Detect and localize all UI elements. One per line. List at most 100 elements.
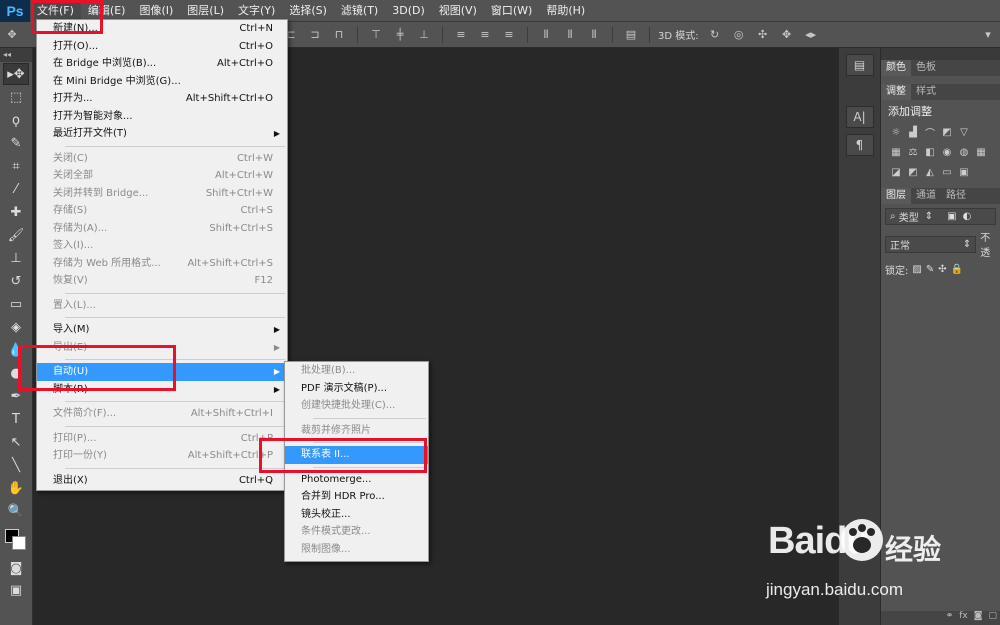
clone-stamp-tool-icon[interactable]: ⊥ <box>3 247 29 269</box>
3d-scale-icon[interactable]: ◂▸ <box>802 26 820 44</box>
color-balance-icon[interactable]: ⚖ <box>906 145 920 159</box>
healing-brush-tool-icon[interactable]: ✚ <box>3 201 29 223</box>
menu-9[interactable]: 窗口(W) <box>484 0 539 22</box>
align-middle-icon[interactable]: ╪ <box>391 26 409 44</box>
align-right-icon[interactable]: ⊓ <box>330 26 348 44</box>
panel-collapse-bar[interactable] <box>881 48 1000 60</box>
lasso-tool-icon[interactable]: ϙ <box>3 109 29 131</box>
align-bottom-icon[interactable]: ⊥ <box>415 26 433 44</box>
screen-mode-icon[interactable]: ▣ <box>3 579 29 601</box>
workspace-icon[interactable]: ▾ <box>979 26 997 44</box>
tab-layers_tabs-2[interactable]: 路径 <box>941 188 971 204</box>
paragraph-panel-icon[interactable]: ¶ <box>845 134 874 156</box>
vibrance-icon[interactable]: ▽ <box>957 125 971 139</box>
line-tool-icon[interactable]: ╲ <box>3 454 29 476</box>
menu-10[interactable]: 帮助(H) <box>539 0 592 22</box>
mask-icon[interactable]: ◙ <box>974 611 983 625</box>
distribute-top-icon[interactable]: ≡ <box>452 26 470 44</box>
file-menu-item-30[interactable]: 退出(X) Ctrl+Q <box>37 472 287 490</box>
align-center-icon[interactable]: ⊐ <box>306 26 324 44</box>
file-menu-item-5[interactable]: 打开为智能对象... <box>37 108 287 126</box>
file-menu-item-6[interactable]: 最近打开文件(T) ▶ <box>37 125 287 143</box>
3d-roll-icon[interactable]: ◎ <box>730 26 748 44</box>
crop-tool-icon[interactable]: ⌗ <box>3 155 29 177</box>
file-menu-item-2[interactable]: 在 Bridge 中浏览(B)... Alt+Ctrl+O <box>37 55 287 73</box>
eraser-tool-icon[interactable]: ▭ <box>3 293 29 315</box>
file-menu-item-3[interactable]: 在 Mini Bridge 中浏览(G)... <box>37 73 287 91</box>
brightness-icon[interactable]: ☼ <box>889 125 903 139</box>
align-top-icon[interactable]: ⊤ <box>367 26 385 44</box>
tab-adjust_tabs-0[interactable]: 调整 <box>881 84 911 100</box>
lock-all-icon[interactable]: 🔒 <box>951 264 963 275</box>
menu-5[interactable]: 选择(S) <box>282 0 334 22</box>
path-select-tool-icon[interactable]: ↖ <box>3 431 29 453</box>
selective-color-icon[interactable]: ▣ <box>957 165 971 179</box>
link-icon[interactable]: ⚭ <box>946 611 954 625</box>
move-tool-icon[interactable]: ▸✥ <box>3 63 29 85</box>
lock-position-icon[interactable]: ✣ <box>938 264 946 275</box>
history-panel-icon[interactable]: ▤ <box>845 54 874 76</box>
eyedropper-tool-icon[interactable]: ⁄ <box>3 178 29 200</box>
tab-layers_tabs-1[interactable]: 通道 <box>911 188 941 204</box>
hand-tool-icon[interactable]: ✋ <box>3 477 29 499</box>
hue-saturation-icon[interactable]: ▦ <box>889 145 903 159</box>
distribute-center-icon[interactable]: ⫴ <box>561 26 579 44</box>
lock-pixels-icon[interactable]: ✎ <box>926 264 934 275</box>
tools-panel-header[interactable]: ◂◂ <box>0 48 32 62</box>
quick-select-tool-icon[interactable]: ✎ <box>3 132 29 154</box>
exposure-icon[interactable]: ◩ <box>940 125 954 139</box>
character-panel-icon[interactable]: A| <box>845 106 874 128</box>
menu-6[interactable]: 滤镜(T) <box>334 0 385 22</box>
type-tool-icon[interactable]: T <box>3 408 29 430</box>
distribute-bottom-icon[interactable]: ≡ <box>500 26 518 44</box>
threshold-icon[interactable]: ◭ <box>923 165 937 179</box>
black-white-icon[interactable]: ◧ <box>923 145 937 159</box>
color-lookup-icon[interactable]: ▦ <box>974 145 988 159</box>
file-menu-item-19[interactable]: 导入(M) ▶ <box>37 321 287 339</box>
tab-color_tabs-0[interactable]: 颜色 <box>881 60 911 76</box>
channel-mixer-icon[interactable]: ◍ <box>957 145 971 159</box>
3d-rotate-icon[interactable]: ↻ <box>706 26 724 44</box>
quick-mask-icon[interactable]: ◙ <box>3 557 29 579</box>
image-filter-icon[interactable]: ▣ <box>947 211 956 222</box>
marquee-tool-icon[interactable]: ⬚ <box>3 86 29 108</box>
menu-8[interactable]: 视图(V) <box>432 0 484 22</box>
blend-mode-select[interactable]: 正常 ⇕ <box>885 235 977 253</box>
automate-menu-item-9[interactable]: 合并到 HDR Pro... <box>285 488 428 506</box>
tab-color_tabs-1[interactable]: 色板 <box>911 60 941 76</box>
fx-icon[interactable]: fx <box>959 611 968 625</box>
file-menu-item-4[interactable]: 打开为... Alt+Shift+Ctrl+O <box>37 90 287 108</box>
invert-icon[interactable]: ◪ <box>889 165 903 179</box>
automate-menu-item-8[interactable]: Photomerge... <box>285 471 428 489</box>
layer-filter-select[interactable]: ⌕ 类型 ⇕ ▣ ◐ <box>885 208 996 225</box>
auto-align-icon[interactable]: ▤ <box>622 26 640 44</box>
menu-7[interactable]: 3D(D) <box>385 0 432 22</box>
distribute-left-icon[interactable]: ⫴ <box>537 26 555 44</box>
lock-label: 锁定: <box>885 266 909 277</box>
move-tool-icon[interactable]: ✥ <box>3 26 21 44</box>
brush-tool-icon[interactable]: 🖌 <box>3 224 29 246</box>
tab-layers_tabs-0[interactable]: 图层 <box>881 188 911 204</box>
background-color-swatch[interactable] <box>12 536 26 550</box>
file-menu-item-label: 签入(I)... <box>53 240 94 251</box>
3d-slide-icon[interactable]: ✥ <box>778 26 796 44</box>
posterize-icon[interactable]: ◩ <box>906 165 920 179</box>
adjust-filter-icon[interactable]: ◐ <box>963 211 972 222</box>
gradient-map-icon[interactable]: ▭ <box>940 165 954 179</box>
automate-menu-item-10[interactable]: 镜头校正... <box>285 506 428 524</box>
3d-pan-icon[interactable]: ✣ <box>754 26 772 44</box>
file-menu-item-1[interactable]: 打开(O)... Ctrl+O <box>37 38 287 56</box>
automate-menu-item-1[interactable]: PDF 演示文稿(P)... <box>285 380 428 398</box>
history-brush-tool-icon[interactable]: ↺ <box>3 270 29 292</box>
tab-adjust_tabs-1[interactable]: 样式 <box>911 84 941 100</box>
levels-icon[interactable]: ▟ <box>906 125 920 139</box>
distribute-right-icon[interactable]: ⫴ <box>585 26 603 44</box>
file-menu-item-label: 导入(M) <box>53 324 90 335</box>
zoom-tool-icon[interactable]: 🔍 <box>3 500 29 522</box>
lock-transparency-icon[interactable]: ▨ <box>912 264 921 275</box>
curves-icon[interactable]: ⌒ <box>923 125 937 140</box>
new-layer-icon[interactable]: ▢ <box>988 611 997 625</box>
photo-filter-icon[interactable]: ◉ <box>940 145 954 159</box>
paint-bucket-tool-icon[interactable]: ◈ <box>3 316 29 338</box>
distribute-middle-icon[interactable]: ≡ <box>476 26 494 44</box>
